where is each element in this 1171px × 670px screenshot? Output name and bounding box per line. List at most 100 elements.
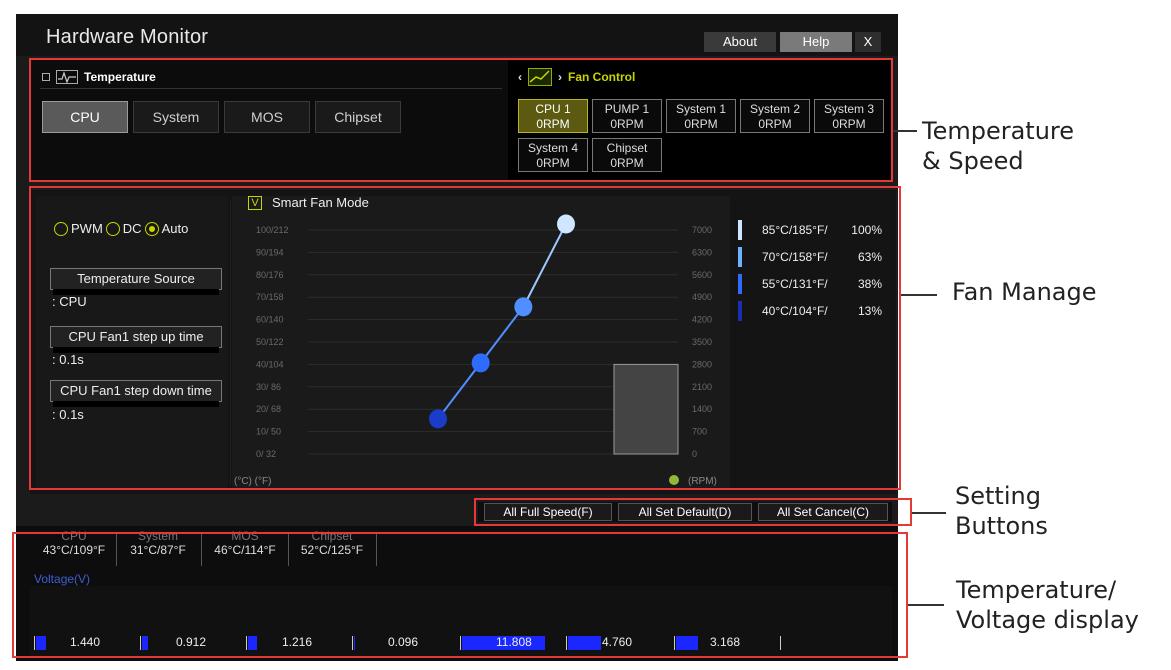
callout-line — [912, 512, 946, 514]
tab-mos[interactable]: MOS — [224, 101, 310, 133]
temperature-source-value: : CPU — [52, 294, 87, 309]
fan-pump1-button[interactable]: PUMP 1 0RPM — [592, 99, 662, 133]
legend-row: 70°C/158°F/ 63% — [738, 247, 886, 267]
tab-cpu[interactable]: CPU — [42, 101, 128, 133]
temp-readout-value: 43°C/109°F — [42, 543, 106, 557]
right-tick-label: 3500 — [692, 337, 712, 347]
help-button[interactable]: Help — [780, 32, 852, 52]
tab-chipset[interactable]: Chipset — [315, 101, 401, 133]
callout-line-1: Setting — [955, 482, 1041, 510]
step-down-time-button[interactable]: CPU Fan1 step down time — [50, 380, 222, 407]
legend-color-bar — [738, 247, 742, 267]
collapse-icon[interactable] — [42, 73, 50, 81]
temperature-heading: Temperature — [84, 70, 156, 84]
fan-control-heading: Fan Control — [568, 70, 636, 84]
x-unit-label: (°C) (°F) — [234, 476, 271, 487]
temperature-graph-icon — [56, 70, 78, 84]
curve-point — [471, 353, 490, 373]
callout-line-1: Temperature — [922, 117, 1075, 145]
voltage-value: 0.912 — [176, 635, 207, 649]
fan-system3-button[interactable]: System 3 0RPM — [814, 99, 884, 133]
close-button[interactable]: X — [855, 32, 881, 52]
right-tick-label: 4900 — [692, 292, 712, 302]
divider — [116, 532, 117, 566]
fan-system2-button[interactable]: System 2 0RPM — [740, 99, 810, 133]
callout-line-2: Buttons — [955, 512, 1048, 540]
step-up-time-value: : 0.1s — [52, 352, 84, 367]
legend-row: 40°C/104°F/ 13% — [738, 301, 886, 321]
left-tick-label: 60/140 — [256, 315, 284, 325]
voltage-bar — [142, 636, 149, 650]
left-tick-label: 50/122 — [256, 337, 284, 347]
left-tick-label: 0/ 32 — [256, 449, 276, 459]
voltage-value: 0.096 — [388, 635, 419, 649]
left-tick-label: 70/158 — [256, 292, 284, 302]
fan-name: System 4 — [527, 141, 578, 155]
fan-rpm: 0RPM — [610, 117, 644, 131]
fan-rpm: 0RPM — [536, 156, 570, 170]
dc-radio[interactable] — [105, 221, 120, 236]
right-tick-label: 6300 — [692, 247, 712, 257]
legend-row: 55°C/131°F/ 38% — [738, 274, 886, 294]
curve-point — [514, 297, 533, 317]
pwm-label: PWM — [71, 221, 103, 236]
fan-system1-button[interactable]: System 1 0RPM — [666, 99, 736, 133]
window-title: Hardware Monitor — [46, 26, 209, 48]
voltage-bar — [354, 636, 355, 650]
right-tick-label: 4200 — [692, 315, 712, 325]
legend-row: 85°C/185°F/ 100% — [738, 220, 886, 240]
legend-temp: 70°C/158°F/ — [762, 250, 828, 264]
left-tick-label: 20/ 68 — [256, 404, 281, 414]
fan-curve-svg[interactable]: 100/212 700090/194 630080/176 560070/158 490… — [230, 190, 730, 490]
all-full-speed-button[interactable]: All Full Speed(F) — [484, 503, 612, 521]
temp-readout-value: 52°C/125°F — [300, 543, 364, 557]
callout-setting-buttons: Setting Buttons — [955, 481, 1048, 541]
legend-pct: 38% — [857, 277, 882, 291]
callout-line — [893, 130, 917, 132]
voltage-value: 1.216 — [282, 635, 313, 649]
voltage-value: 1.440 — [70, 635, 101, 649]
fan-name: System 1 — [675, 102, 726, 116]
legend-temp: 55°C/131°F/ — [762, 277, 828, 291]
temperature-header: Temperature — [42, 68, 156, 86]
legend-color-bar — [738, 301, 742, 321]
right-tick-label: 5600 — [692, 270, 712, 280]
left-tick-label: 80/176 — [256, 270, 284, 280]
temperature-source-button[interactable]: Temperature Source — [50, 268, 222, 295]
fan-name: System 3 — [823, 102, 874, 116]
all-set-cancel-button[interactable]: All Set Cancel(C) — [758, 503, 888, 521]
all-set-default-button[interactable]: All Set Default(D) — [618, 503, 752, 521]
legend-pct: 63% — [857, 250, 882, 264]
fan-cpu1-button[interactable]: CPU 1 0RPM — [518, 99, 588, 133]
pwm-radio[interactable] — [54, 221, 68, 236]
left-tick-label: 40/104 — [256, 359, 284, 369]
fan-name: PUMP 1 — [604, 102, 650, 116]
temp-readout-system: System 31°C/87°F — [120, 530, 196, 558]
fan-system4-button[interactable]: System 4 0RPM — [518, 138, 588, 172]
divider — [288, 532, 289, 566]
curve-point — [557, 214, 575, 234]
temp-readout-mos: MOS 46°C/114°F — [205, 530, 285, 558]
temp-readout-name: Chipset — [311, 529, 353, 543]
fan-chipset-button[interactable]: Chipset 0RPM — [592, 138, 662, 172]
step-down-time-value: : 0.1s — [52, 407, 84, 422]
fan-rpm: 0RPM — [536, 117, 570, 131]
temp-readout-name: MOS — [231, 529, 259, 543]
voltage-bar — [568, 636, 602, 650]
right-tick-label: 700 — [692, 427, 707, 437]
callout-line — [901, 294, 937, 296]
fan-mode-radios: PWM DC Auto — [54, 221, 188, 236]
fan-name: Chipset — [606, 141, 648, 155]
chevron-left-icon[interactable]: ‹ — [518, 70, 522, 84]
step-up-time-button[interactable]: CPU Fan1 step up time — [50, 326, 222, 353]
auto-radio[interactable] — [144, 221, 159, 236]
curve-segment — [479, 306, 525, 364]
right-tick-label: 0 — [692, 449, 697, 459]
voltage-bar — [36, 636, 47, 650]
tab-system[interactable]: System — [133, 101, 219, 133]
callout-line-1: Temperature/ — [956, 576, 1117, 604]
voltage-value: 3.168 — [710, 635, 741, 649]
chevron-right-icon[interactable]: › — [558, 70, 562, 84]
temp-readout-value: 46°C/114°F — [214, 543, 276, 557]
about-button[interactable]: About — [704, 32, 776, 52]
